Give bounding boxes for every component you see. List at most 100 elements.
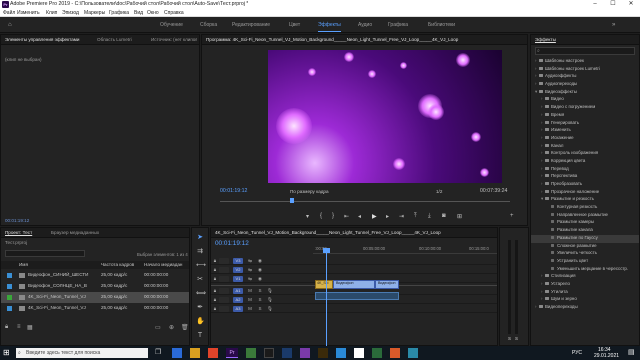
timeline-clip[interactable]: 4K_Sci bbox=[315, 280, 333, 289]
label-color-swatch[interactable] bbox=[7, 295, 12, 300]
tab-source[interactable]: Источник: (нет клипов) bbox=[151, 37, 197, 42]
timeline-playhead[interactable] bbox=[326, 250, 327, 346]
effects-tree-item[interactable]: › Искажение bbox=[531, 135, 639, 143]
chevron-right-icon[interactable]: › bbox=[541, 166, 542, 171]
app-icon[interactable] bbox=[318, 348, 328, 358]
project-row[interactable]: Видеофон_СИНИЙ_ШЕСТИ 25,00 кадр/с 00:00:00… bbox=[1, 270, 189, 281]
effects-tree-item[interactable]: › Видеопереходы bbox=[531, 304, 639, 312]
effects-tree-item[interactable]: › Шаблоны настроек Lumetri bbox=[531, 66, 639, 74]
microphone-icon[interactable]: 🎙︎ bbox=[267, 297, 273, 303]
effects-tree-item[interactable]: › Аудиопереходы bbox=[531, 81, 639, 89]
project-row[interactable]: 4K_Sci-Fi_Neon_Tunnel_VJ 25,00 кадр/с 00:0… bbox=[1, 292, 189, 303]
step-back-icon[interactable]: ◂ bbox=[358, 213, 361, 220]
menu-edit[interactable]: Изменить bbox=[17, 10, 40, 16]
workspace-tab-color[interactable]: Цвет bbox=[289, 22, 300, 28]
effects-search-input[interactable]: ⌕ bbox=[535, 47, 635, 55]
program-resolution-dropdown[interactable]: 1/2 bbox=[436, 189, 442, 194]
ripple-edit-icon[interactable]: ⟷ bbox=[196, 262, 206, 270]
lock-icon[interactable]: 🔒︎ bbox=[212, 297, 218, 303]
taskbar-search-input[interactable]: ⌕ Введите здесь текст для поиска bbox=[16, 348, 148, 358]
timeline-clip[interactable]: Видеофон bbox=[333, 280, 375, 289]
vscode-app-icon[interactable] bbox=[336, 348, 346, 358]
list-view-icon[interactable]: ≡ bbox=[17, 324, 21, 330]
chevron-right-icon[interactable]: › bbox=[541, 96, 542, 101]
solo-left[interactable]: S bbox=[508, 336, 511, 341]
source-patch-toggle[interactable] bbox=[219, 267, 229, 273]
workspace-tab-graphics[interactable]: Графика bbox=[388, 22, 408, 28]
pen-icon[interactable]: ✒ bbox=[196, 304, 204, 312]
audio-clip[interactable] bbox=[315, 292, 399, 300]
lock-icon[interactable]: 🔒︎ bbox=[212, 306, 218, 312]
app-icon[interactable] bbox=[372, 348, 382, 358]
program-timecode-current[interactable]: 00:01:19:12 bbox=[220, 188, 247, 194]
mute-icon[interactable]: M bbox=[247, 306, 253, 312]
effects-tree-item[interactable]: Увеличить четкость bbox=[531, 250, 639, 258]
maximize-icon[interactable]: ☐ bbox=[604, 0, 622, 9]
chevron-right-icon[interactable]: › bbox=[535, 58, 536, 63]
lock-icon[interactable]: 🔒︎ bbox=[212, 258, 218, 264]
effects-tree-item[interactable]: › Перевод bbox=[531, 166, 639, 174]
solo-icon[interactable]: S bbox=[257, 306, 263, 312]
effects-tree-item[interactable]: › Шум и зерно bbox=[531, 296, 639, 304]
tab-project[interactable]: Проект: Тест bbox=[5, 230, 32, 235]
export-frame-icon[interactable]: ◙ bbox=[442, 213, 446, 219]
effects-tree-item[interactable]: › Шаблоны настроек bbox=[531, 58, 639, 66]
video-track-row[interactable]: 🔒︎ V3 ⇆ ◉ bbox=[211, 256, 497, 265]
effects-tree-item[interactable]: Уменьшить мерцание в черессстр. bbox=[531, 266, 639, 274]
close-icon[interactable]: ✕ bbox=[622, 0, 640, 9]
solo-icon[interactable]: S bbox=[257, 288, 263, 294]
menu-file[interactable]: Файл bbox=[3, 10, 15, 16]
new-bin-icon[interactable]: ▭ bbox=[155, 324, 161, 331]
menu-markers[interactable]: Маркеры bbox=[84, 10, 105, 16]
track-select-icon[interactable]: ⇉ bbox=[196, 248, 204, 256]
language-indicator[interactable]: РУС bbox=[572, 350, 582, 356]
app-icon[interactable] bbox=[354, 348, 364, 358]
app-icon[interactable] bbox=[300, 348, 310, 358]
label-color-swatch[interactable] bbox=[7, 306, 12, 311]
hand-icon[interactable]: ✋ bbox=[196, 318, 205, 326]
effects-tree-item[interactable]: Размытие канала bbox=[531, 227, 639, 235]
add-marker-icon[interactable]: ▾ bbox=[306, 213, 309, 220]
notification-icon[interactable]: ▤ bbox=[628, 349, 636, 357]
chevron-right-icon[interactable]: › bbox=[541, 112, 542, 117]
chevron-down-icon[interactable]: ▾ bbox=[541, 196, 543, 202]
chevron-right-icon[interactable]: › bbox=[541, 127, 542, 132]
chevron-right-icon[interactable]: › bbox=[541, 120, 542, 125]
workspace-tab-learning[interactable]: Обучение bbox=[160, 22, 183, 28]
mark-in-icon[interactable]: { bbox=[320, 213, 322, 219]
tab-effect-controls[interactable]: Элементы управления эффектами bbox=[5, 37, 87, 42]
minimize-icon[interactable]: – bbox=[586, 0, 604, 9]
effects-tree-item[interactable]: › Канал bbox=[531, 143, 639, 151]
solo-icon[interactable]: S bbox=[257, 297, 263, 303]
program-fit-dropdown[interactable]: По размеру кадра bbox=[290, 189, 329, 194]
program-scrub-bar[interactable] bbox=[220, 201, 510, 202]
menu-view[interactable]: Вид bbox=[134, 10, 143, 16]
solo-right[interactable]: S bbox=[515, 336, 518, 341]
program-playhead[interactable] bbox=[290, 198, 294, 203]
effects-tree-item[interactable]: › Изменить bbox=[531, 127, 639, 135]
effects-tree-item[interactable]: ▾ Размытие и резкость bbox=[531, 196, 639, 204]
lift-icon[interactable]: ⤒ bbox=[414, 213, 417, 220]
track-label[interactable]: V2 bbox=[233, 267, 243, 273]
sync-lock-icon[interactable]: ⇆ bbox=[247, 267, 253, 273]
chevron-right-icon[interactable]: › bbox=[541, 135, 542, 140]
chevron-right-icon[interactable]: › bbox=[541, 281, 542, 286]
effects-tree-item[interactable]: › Перспектива bbox=[531, 173, 639, 181]
minecraft-app-icon[interactable] bbox=[246, 348, 256, 358]
windows-start-icon[interactable]: ⊞ bbox=[3, 349, 11, 357]
effects-tree-item[interactable]: Устранить цвет bbox=[531, 258, 639, 266]
project-row[interactable]: Видеофон_СОЛНЦЕ_НА_В 25,00 кадр/с 00:00:00… bbox=[1, 281, 189, 292]
project-search-input[interactable] bbox=[5, 250, 85, 257]
chevron-right-icon[interactable]: › bbox=[541, 150, 542, 155]
source-patch-toggle[interactable] bbox=[219, 288, 229, 294]
track-label[interactable]: A1 bbox=[233, 288, 243, 294]
microphone-icon[interactable]: 🎙︎ bbox=[267, 306, 273, 312]
mute-icon[interactable]: M bbox=[247, 288, 253, 294]
trash-icon[interactable]: 🗑︎ bbox=[181, 324, 189, 331]
chevron-right-icon[interactable]: › bbox=[541, 273, 542, 278]
chevron-down-icon[interactable]: ▾ bbox=[535, 89, 537, 95]
source-patch-toggle[interactable] bbox=[219, 258, 229, 264]
go-to-in-icon[interactable]: ⇤ bbox=[344, 213, 349, 220]
track-label[interactable]: V1 bbox=[233, 276, 243, 282]
workspace-tab-audio[interactable]: Аудио bbox=[358, 22, 372, 28]
